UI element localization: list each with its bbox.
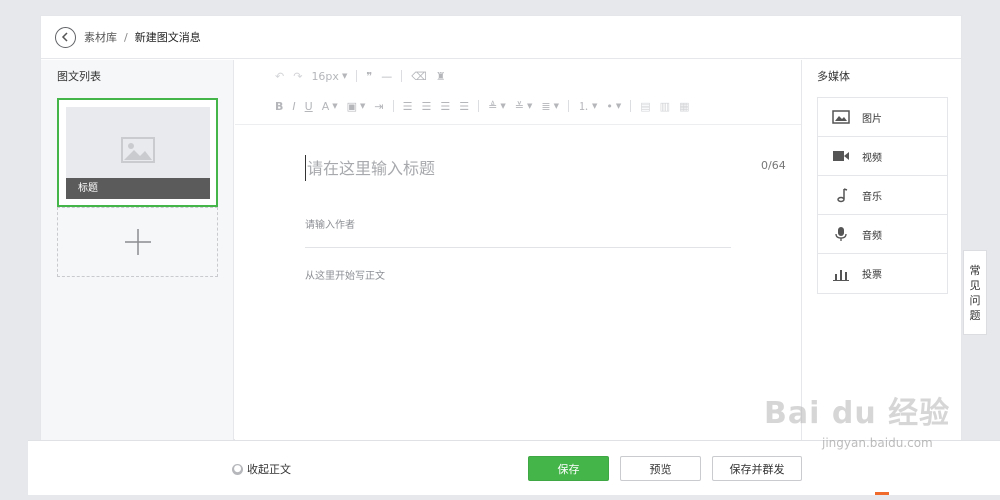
media-item-image[interactable]: 图片	[818, 98, 947, 137]
toolbar-divider	[567, 100, 569, 112]
media-item-label: 音频	[862, 230, 882, 242]
chevron-down-icon: ▼	[341, 72, 348, 80]
redo-icon[interactable]: ↷	[293, 70, 302, 83]
editor-toolbar: ↶ ↷ 16px▼ ❞ — ⌫ ♜ B I U A▼ ▣▼ ⇥ ☰ ☰ ☰	[235, 60, 801, 125]
float-left-icon[interactable]: ▤	[640, 100, 650, 113]
faq-tab-char: 见	[969, 278, 981, 292]
music-icon	[832, 187, 850, 203]
media-item-label: 视频	[862, 152, 882, 164]
font-size-value: 16px	[311, 69, 339, 83]
media-list: 图片 视频 音乐 音频 投票	[817, 97, 948, 294]
toolbar-row-1: ↶ ↷ 16px ▼ ❞ — ⌫ ♜	[275, 66, 455, 86]
media-item-vote[interactable]: 投票	[818, 254, 947, 293]
article-cover-placeholder: 标题	[66, 107, 210, 199]
audio-icon	[832, 226, 850, 242]
indent-icon[interactable]: ⇥	[374, 100, 383, 113]
media-item-label: 投票	[862, 270, 882, 281]
article-list-title: 图文列表	[57, 70, 101, 83]
collapse-body-label: 收起正文	[247, 463, 291, 476]
italic-icon[interactable]: I	[292, 100, 295, 113]
media-item-video[interactable]: 视频	[818, 137, 947, 176]
article-card[interactable]: 标题	[57, 98, 218, 207]
spacing-before-icon[interactable]: ≜ ▼	[488, 100, 506, 113]
save-button[interactable]: 保存	[528, 456, 609, 481]
author-divider	[305, 247, 731, 248]
breadcrumb-parent[interactable]: 素材库	[84, 29, 117, 45]
plus-icon	[124, 229, 151, 255]
blockquote-icon[interactable]: ❞	[366, 70, 372, 83]
faq-tab-char: 题	[969, 308, 981, 322]
line-height-icon[interactable]: ≣ ▼	[541, 100, 559, 113]
video-icon	[832, 148, 850, 164]
media-item-audio[interactable]: 音频	[818, 215, 947, 254]
save-and-send-button[interactable]: 保存并群发	[712, 456, 802, 481]
bold-icon[interactable]: B	[275, 100, 283, 113]
font-color-icon[interactable]: A ▼	[322, 100, 338, 113]
article-card-caption: 标题	[66, 178, 210, 199]
image-placeholder-icon	[121, 137, 155, 163]
media-item-label: 音乐	[862, 191, 882, 203]
breadcrumb-separator: /	[124, 30, 128, 44]
title-char-counter: 0/64	[761, 159, 786, 172]
media-panel-title: 多媒体	[817, 70, 850, 83]
top-bar: 素材库 / 新建图文消息	[41, 16, 961, 59]
add-article-button[interactable]	[57, 207, 218, 277]
media-item-music[interactable]: 音乐	[818, 176, 947, 215]
faq-tab-char: 问	[969, 293, 981, 307]
orange-mark	[875, 492, 889, 495]
align-right-icon[interactable]: ☰	[440, 100, 450, 113]
ordered-list-icon[interactable]: ⒈ ▼	[578, 98, 597, 114]
collapse-body-link[interactable]: ● 收起正文	[232, 461, 291, 477]
page-left-strip	[0, 0, 28, 500]
article-list-panel: 图文列表 标题	[41, 60, 234, 440]
horizontal-rule-icon[interactable]: —	[381, 70, 392, 83]
media-panel: 多媒体 图片 视频 音乐 音频 投票	[801, 60, 961, 440]
faq-tab[interactable]: 常 见 问 题	[963, 250, 987, 335]
clear-format-icon[interactable]: ⌫	[411, 70, 427, 83]
underline-icon[interactable]: U	[305, 100, 313, 113]
unordered-list-icon[interactable]: • ▼	[606, 100, 621, 113]
faq-tab-char: 常	[969, 263, 981, 277]
media-item-label: 图片	[862, 113, 882, 125]
collapse-circle-icon: ●	[232, 463, 243, 475]
spacing-after-icon[interactable]: ≚ ▼	[515, 100, 533, 113]
align-justify-icon[interactable]: ☰	[459, 100, 469, 113]
chevron-left-icon	[61, 32, 68, 42]
float-center-icon[interactable]: ▥	[660, 100, 670, 113]
float-right-icon[interactable]: ▦	[679, 100, 689, 113]
vote-icon	[832, 266, 850, 282]
preview-button[interactable]: 预览	[620, 456, 701, 481]
bottom-action-bar: ● 收起正文 保存 预览 保存并群发	[28, 440, 1000, 495]
undo-icon[interactable]: ↶	[275, 70, 284, 83]
author-input[interactable]: 请输入作者	[305, 216, 355, 231]
toolbar-divider	[356, 70, 358, 82]
toolbar-divider	[401, 70, 403, 82]
background-color-icon[interactable]: ▣ ▼	[347, 100, 366, 113]
body-input[interactable]: 从这里开始写正文	[305, 267, 385, 282]
main-panel: 素材库 / 新建图文消息 图文列表 标题 ↶ ↷ 16px ▼ ❞ — ⌫ ♜ …	[40, 15, 962, 440]
page-bottom-strip	[28, 495, 1000, 500]
toolbar-divider	[630, 100, 632, 112]
align-left-icon[interactable]: ☰	[403, 100, 413, 113]
font-size-select[interactable]: 16px ▼	[311, 70, 347, 83]
breadcrumb-current: 新建图文消息	[134, 31, 201, 44]
toolbar-divider	[392, 100, 394, 112]
image-icon	[832, 109, 850, 125]
toolbar-divider	[478, 100, 480, 112]
back-button[interactable]	[55, 26, 76, 48]
title-input[interactable]: 请在这里输入标题	[305, 155, 735, 181]
editor-panel: ↶ ↷ 16px▼ ❞ — ⌫ ♜ B I U A▼ ▣▼ ⇥ ☰ ☰ ☰	[235, 60, 801, 440]
format-painter-icon[interactable]: ♜	[436, 70, 446, 83]
toolbar-row-2: B I U A ▼ ▣ ▼ ⇥ ☰ ☰ ☰ ☰ ≜ ▼ ≚ ▼ ≣ ▼ ⒈ ▼ • ▼ ▤	[275, 96, 698, 116]
align-center-icon[interactable]: ☰	[422, 100, 432, 113]
